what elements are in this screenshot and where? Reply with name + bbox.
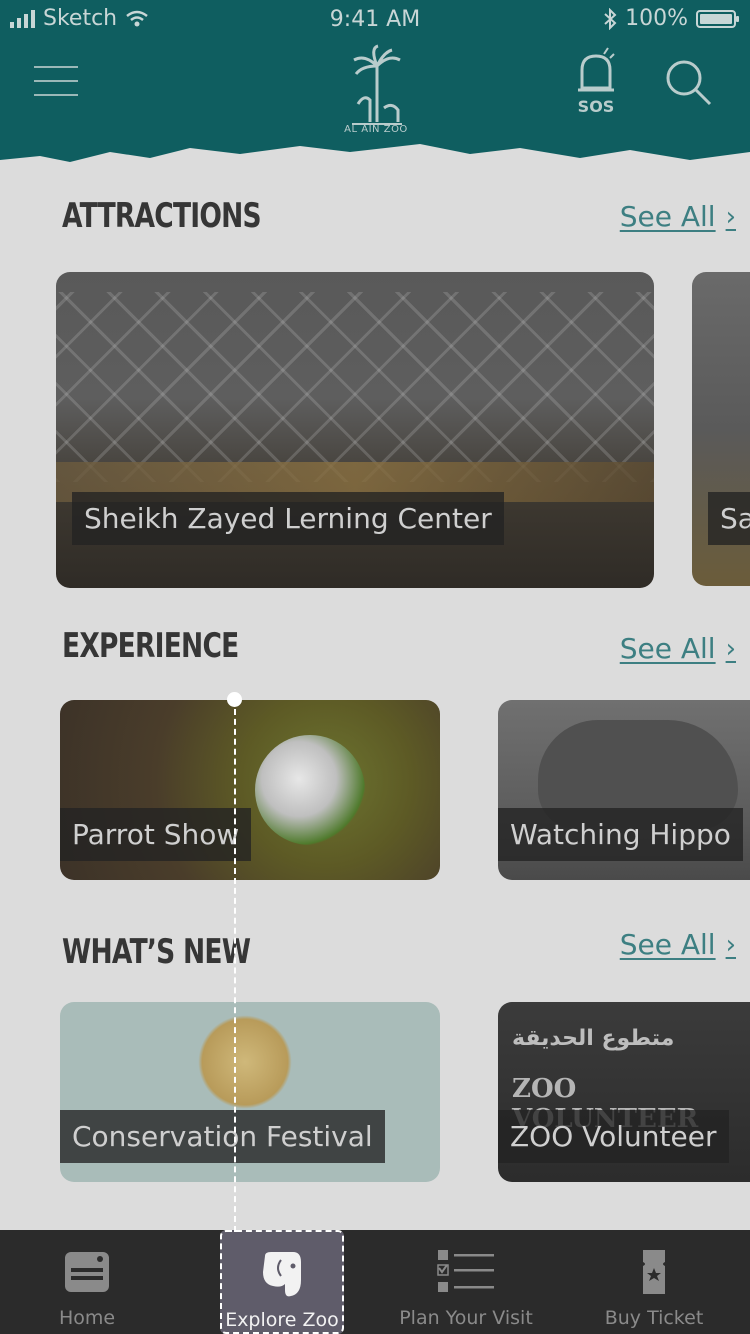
card-caption: ZOO Volunteer <box>498 1110 729 1163</box>
status-bar: Sketch 9:41 AM 100% <box>0 0 750 40</box>
card-caption: Sheikh Zayed Lerning Center <box>72 492 504 545</box>
chevron-right-icon: › <box>725 201 736 232</box>
whats-new-title: WHAT’S NEW <box>62 932 251 972</box>
tab-home[interactable]: Home <box>0 1230 174 1334</box>
app-header: Sketch 9:41 AM 100% AL AIN ZOO SOS <box>0 0 750 180</box>
battery-percent: 100% <box>625 6 688 31</box>
card-caption: Conservation Festival <box>60 1110 385 1163</box>
elephant-icon <box>263 1252 301 1297</box>
attraction-card[interactable]: Sa <box>692 272 750 586</box>
news-card[interactable]: متطوع الحديقة ZOO VOLUNTEER ZOO Voluntee… <box>498 1002 750 1182</box>
tab-buy-ticket[interactable]: Buy Ticket <box>576 1230 732 1334</box>
bluetooth-icon <box>604 7 617 30</box>
logo-text: AL AIN ZOO <box>344 124 408 135</box>
checklist-icon <box>437 1250 494 1292</box>
attractions-title: ATTRACTIONS <box>62 196 262 236</box>
whats-new-see-all-link[interactable]: See All › <box>620 928 736 961</box>
torn-edge-divider <box>0 144 750 180</box>
sos-button[interactable]: SOS <box>570 44 622 116</box>
card-caption: Parrot Show <box>60 808 252 861</box>
see-all-label: See All <box>619 632 716 665</box>
experience-see-all-link[interactable]: See All › <box>620 632 736 665</box>
see-all-label: See All <box>619 928 716 961</box>
card-caption: Sa <box>708 492 750 545</box>
attraction-card[interactable]: Sheikh Zayed Lerning Center <box>56 272 654 588</box>
hamburger-icon <box>34 66 78 68</box>
chevron-right-icon: › <box>725 929 736 960</box>
attractions-see-all-link[interactable]: See All › <box>620 200 736 233</box>
tab-plan-your-visit[interactable]: Plan Your Visit <box>384 1230 548 1334</box>
bottom-tab-bar: Home Explore Zoo Plan Your Visit Buy Tic… <box>0 1230 750 1334</box>
menu-button[interactable] <box>34 66 78 96</box>
tab-explore-zoo[interactable]: Explore Zoo <box>220 1230 344 1334</box>
tab-label: Explore Zoo <box>225 1309 339 1331</box>
experience-card[interactable]: Watching Hippo <box>498 700 750 880</box>
experience-title: EXPERIENCE <box>62 626 239 666</box>
alarm-siren-icon <box>578 47 615 92</box>
search-icon[interactable] <box>664 58 712 106</box>
tab-label: Plan Your Visit <box>399 1307 533 1329</box>
drag-path-indicator <box>234 699 236 1232</box>
experience-card[interactable]: Parrot Show <box>60 700 440 880</box>
drag-start-dot <box>227 692 242 707</box>
card-caption: Watching Hippo <box>498 808 743 861</box>
tab-label: Buy Ticket <box>604 1307 704 1329</box>
poster-arabic-text: متطوع الحديقة <box>512 1026 675 1051</box>
home-card-icon <box>65 1252 109 1292</box>
chevron-right-icon: › <box>725 633 736 664</box>
sos-label: SOS <box>577 97 615 116</box>
ticket-icon <box>643 1250 665 1294</box>
battery-icon <box>696 9 739 28</box>
news-card[interactable]: Conservation Festival <box>60 1002 440 1182</box>
tab-label: Home <box>58 1307 116 1329</box>
see-all-label: See All <box>619 200 716 233</box>
